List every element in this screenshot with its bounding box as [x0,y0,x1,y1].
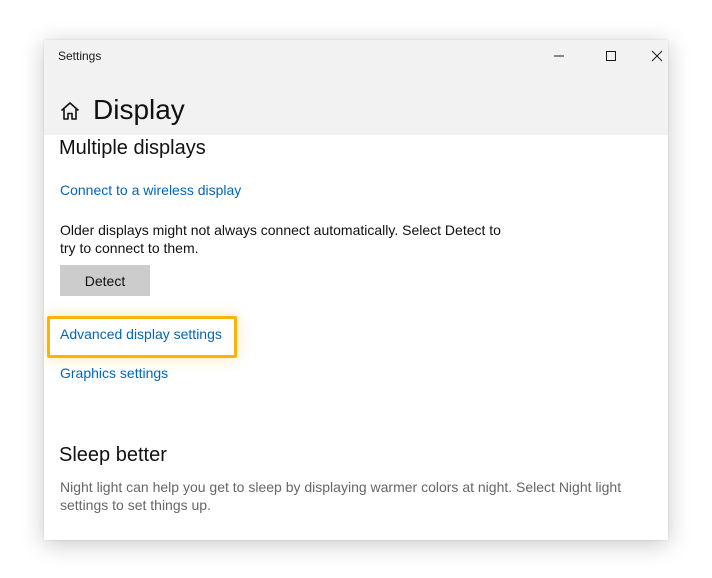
maximize-icon [606,51,616,61]
graphics-settings-link[interactable]: Graphics settings [60,364,168,382]
close-button[interactable] [634,40,668,72]
settings-window: Settings Display Multiple displays Conne… [44,40,668,540]
night-light-description: Night light can help you get to sleep by… [60,479,622,513]
page-title: Display [93,94,185,125]
connect-wireless-display-link[interactable]: Connect to a wireless display [60,181,241,199]
close-icon [651,50,663,62]
multiple-displays-heading: Multiple displays [59,137,206,159]
detect-description: Older displays might not always connect … [60,222,501,256]
page-header: Display [44,72,668,135]
minimize-icon [554,55,564,57]
maximize-button[interactable] [588,40,634,72]
app-title: Settings [58,49,102,63]
minimize-button[interactable] [536,40,582,72]
detect-button[interactable]: Detect [60,265,150,296]
title-bar: Settings [44,40,668,72]
advanced-display-settings-link[interactable]: Advanced display settings [60,325,222,343]
home-icon[interactable] [59,100,81,122]
sleep-better-heading: Sleep better [59,444,167,466]
